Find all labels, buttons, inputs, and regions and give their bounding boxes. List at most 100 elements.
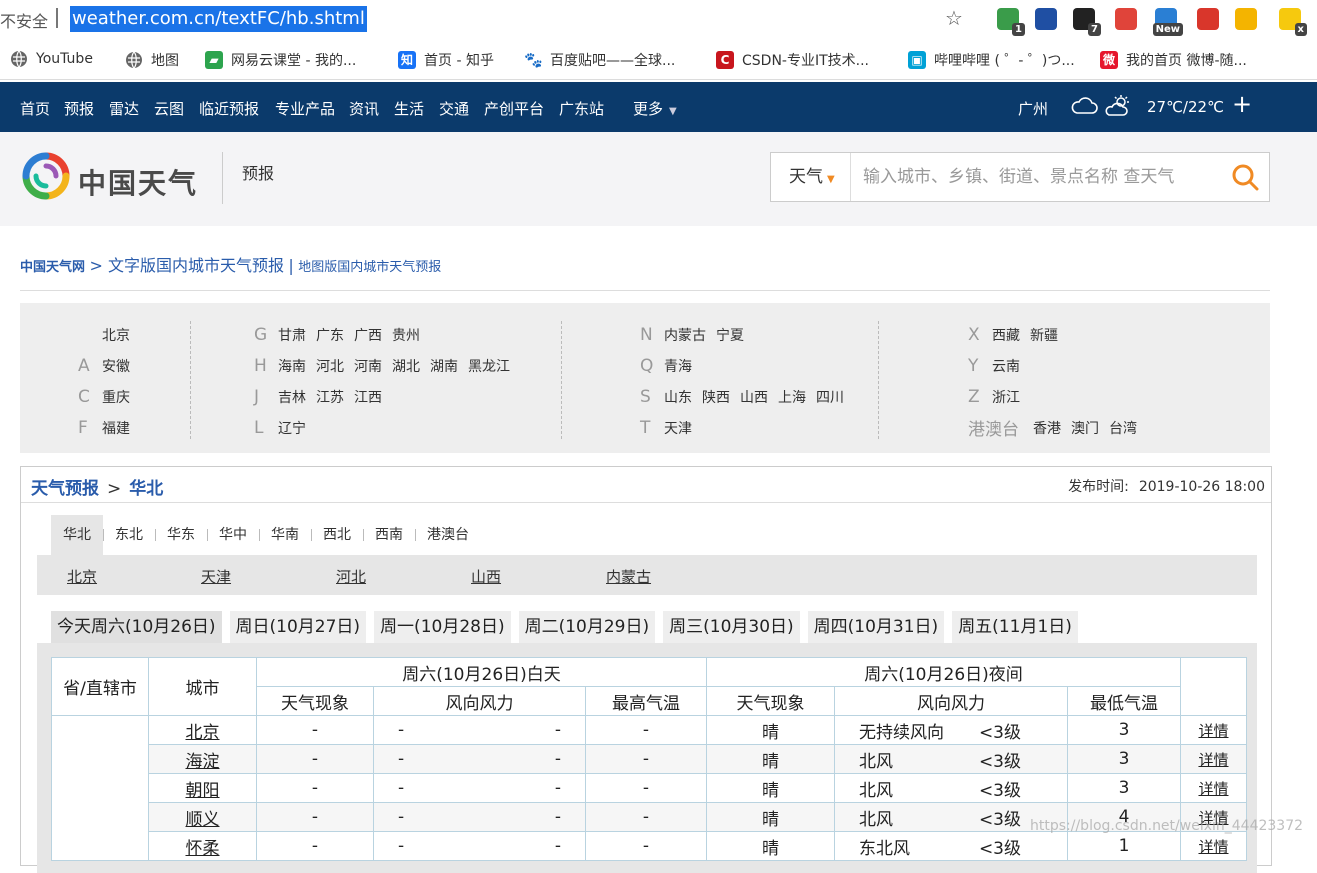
logo-text[interactable]: 中国天气 bbox=[78, 162, 198, 202]
nav-home[interactable]: 首页 bbox=[20, 98, 50, 119]
region-tab[interactable]: 西南 bbox=[363, 515, 415, 555]
nav-traffic[interactable]: 交通 bbox=[439, 98, 469, 119]
bookmark-netease[interactable]: ▰ 网易云课堂 - 我的... bbox=[205, 50, 356, 70]
search-icon[interactable] bbox=[1231, 163, 1259, 191]
province-link[interactable]: 四川 bbox=[816, 387, 844, 407]
nav-innovation[interactable]: 产创平台 bbox=[484, 98, 544, 119]
province-link[interactable]: 台湾 bbox=[1109, 418, 1137, 438]
breadcrumb-text-version[interactable]: > 文字版国内城市天气预报 bbox=[89, 256, 284, 275]
region-tab[interactable]: 西北 bbox=[311, 515, 363, 555]
bookmark-youtube[interactable]: YouTube bbox=[10, 50, 93, 68]
detail-link[interactable]: 详情 bbox=[1198, 751, 1228, 769]
province-link[interactable]: 山东 bbox=[664, 387, 692, 407]
bookmark-csdn[interactable]: C CSDN-专业IT技术... bbox=[716, 50, 869, 70]
add-city-button[interactable]: + bbox=[1232, 92, 1252, 116]
city-link[interactable]: 顺义 bbox=[186, 810, 220, 830]
nav-more[interactable]: 更多 ▼ bbox=[633, 98, 677, 119]
day-tab[interactable]: 今天周六(10月26日) bbox=[51, 611, 222, 643]
bookmark-weibo[interactable]: 微 我的首页 微博-随... bbox=[1100, 50, 1247, 70]
province-link[interactable]: 黑龙江 bbox=[468, 356, 510, 376]
address-bar[interactable]: 不安全 weather.com.cn/textFC/hb.shtml ☆ 1 7 N… bbox=[0, 0, 1317, 40]
city-link[interactable]: 北京 bbox=[186, 723, 220, 743]
region-tab[interactable]: 华中 bbox=[207, 515, 259, 555]
province-link[interactable]: 内蒙古 bbox=[664, 325, 706, 345]
province-link[interactable]: 天津 bbox=[664, 418, 692, 438]
region-tab[interactable]: 华南 bbox=[259, 515, 311, 555]
sub-province-link[interactable]: 天津 bbox=[201, 566, 231, 587]
bookmark-bilibili[interactable]: ▣ 哔哩哔哩 ( ゜- ゜)つ... bbox=[908, 50, 1075, 70]
panel-title-link[interactable]: 天气预报 bbox=[31, 479, 99, 499]
current-city[interactable]: 广州 bbox=[1018, 98, 1048, 119]
nav-guangdong[interactable]: 广东站 bbox=[559, 98, 604, 119]
region-tab[interactable]: 东北 bbox=[103, 515, 155, 555]
province-link[interactable]: 新疆 bbox=[1030, 325, 1058, 345]
y-ext-icon[interactable] bbox=[1035, 8, 1057, 30]
sub-province-link[interactable]: 内蒙古 bbox=[606, 566, 651, 587]
day-tab[interactable]: 周五(11月1日) bbox=[952, 611, 1078, 643]
province-link[interactable]: 吉林 bbox=[278, 387, 306, 407]
day-tab[interactable]: 周二(10月29日) bbox=[518, 611, 656, 643]
breadcrumb-home[interactable]: 中国天气网 bbox=[20, 260, 85, 275]
sub-province-link[interactable]: 山西 bbox=[471, 566, 501, 587]
day-tab[interactable]: 周三(10月30日) bbox=[663, 611, 800, 643]
province-link[interactable]: 浙江 bbox=[992, 387, 1020, 407]
province-link[interactable]: 海南 bbox=[278, 356, 306, 376]
nav-news[interactable]: 资讯 bbox=[349, 98, 379, 119]
g-ext-icon[interactable]: x bbox=[1279, 8, 1307, 36]
infinity-ext-icon[interactable] bbox=[1115, 8, 1137, 30]
province-link[interactable]: 福建 bbox=[102, 418, 130, 438]
province-link[interactable]: 西藏 bbox=[992, 325, 1020, 345]
bookmark-zhihu[interactable]: 知 首页 - 知乎 bbox=[398, 50, 494, 70]
detail-link[interactable]: 详情 bbox=[1198, 838, 1228, 856]
province-link[interactable]: 澳门 bbox=[1071, 418, 1099, 438]
province-link[interactable]: 贵州 bbox=[392, 325, 420, 345]
region-tab[interactable]: 华东 bbox=[155, 515, 207, 555]
breadcrumb-map-version[interactable]: 地图版国内城市天气预报 bbox=[298, 260, 441, 275]
url-text[interactable]: weather.com.cn/textFC/hb.shtml bbox=[70, 6, 367, 32]
insecure-label[interactable]: 不安全 bbox=[0, 8, 48, 32]
province-link[interactable]: 青海 bbox=[664, 356, 692, 376]
province-link[interactable]: 江西 bbox=[354, 387, 382, 407]
province-link[interactable]: 广西 bbox=[354, 325, 382, 345]
province-link[interactable]: 陕西 bbox=[702, 387, 730, 407]
city-link[interactable]: 朝阳 bbox=[186, 781, 220, 801]
province-link[interactable]: 辽宁 bbox=[278, 418, 306, 438]
sub-province-link[interactable]: 河北 bbox=[336, 566, 366, 587]
region-tab[interactable]: 港澳台 bbox=[415, 515, 481, 555]
bot-ext-icon[interactable] bbox=[1197, 8, 1219, 30]
province-link[interactable]: 香港 bbox=[1033, 418, 1061, 438]
nav-radar[interactable]: 雷达 bbox=[109, 98, 139, 119]
bookmark-map[interactable]: 地图 bbox=[125, 50, 179, 70]
nav-forecast[interactable]: 预报 bbox=[64, 98, 94, 119]
province-link[interactable]: 山西 bbox=[740, 387, 768, 407]
nav-nowcast[interactable]: 临近预报 bbox=[199, 98, 259, 119]
province-link[interactable]: 广东 bbox=[316, 325, 344, 345]
city-link[interactable]: 海淀 bbox=[186, 752, 220, 772]
province-link[interactable]: 河北 bbox=[316, 356, 344, 376]
bookmark-star-icon[interactable]: ☆ bbox=[945, 6, 963, 30]
city-link[interactable]: 怀柔 bbox=[186, 839, 220, 859]
nav-cloud[interactable]: 云图 bbox=[154, 98, 184, 119]
day-tab[interactable]: 周四(10月31日) bbox=[807, 611, 945, 643]
region-tab[interactable]: 华北 bbox=[51, 515, 103, 555]
province-link[interactable]: 湖北 bbox=[392, 356, 420, 376]
search-type-select[interactable]: 天气 ▼ bbox=[771, 153, 851, 201]
detail-link[interactable]: 详情 bbox=[1198, 780, 1228, 798]
province-link[interactable]: 宁夏 bbox=[716, 325, 744, 345]
panel-region[interactable]: 华北 bbox=[129, 479, 163, 499]
province-link[interactable]: 重庆 bbox=[102, 387, 130, 407]
province-link[interactable]: 云南 bbox=[992, 356, 1020, 376]
province-link[interactable]: 河南 bbox=[354, 356, 382, 376]
detail-link[interactable]: 详情 bbox=[1198, 722, 1228, 740]
shield-ext-icon[interactable]: 1 bbox=[997, 8, 1025, 36]
nav-life[interactable]: 生活 bbox=[394, 98, 424, 119]
bookmark-tieba[interactable]: 🐾 百度贴吧——全球... bbox=[524, 50, 675, 70]
search-input[interactable] bbox=[863, 153, 1203, 201]
nav-products[interactable]: 专业产品 bbox=[275, 98, 335, 119]
chrome-ext-icon[interactable] bbox=[1235, 8, 1257, 30]
sub-province-link[interactable]: 北京 bbox=[67, 566, 97, 587]
province-link[interactable]: 江苏 bbox=[316, 387, 344, 407]
province-link[interactable]: 湖南 bbox=[430, 356, 458, 376]
day-tab[interactable]: 周一(10月28日) bbox=[374, 611, 511, 643]
province-link[interactable]: 安徽 bbox=[102, 356, 130, 376]
